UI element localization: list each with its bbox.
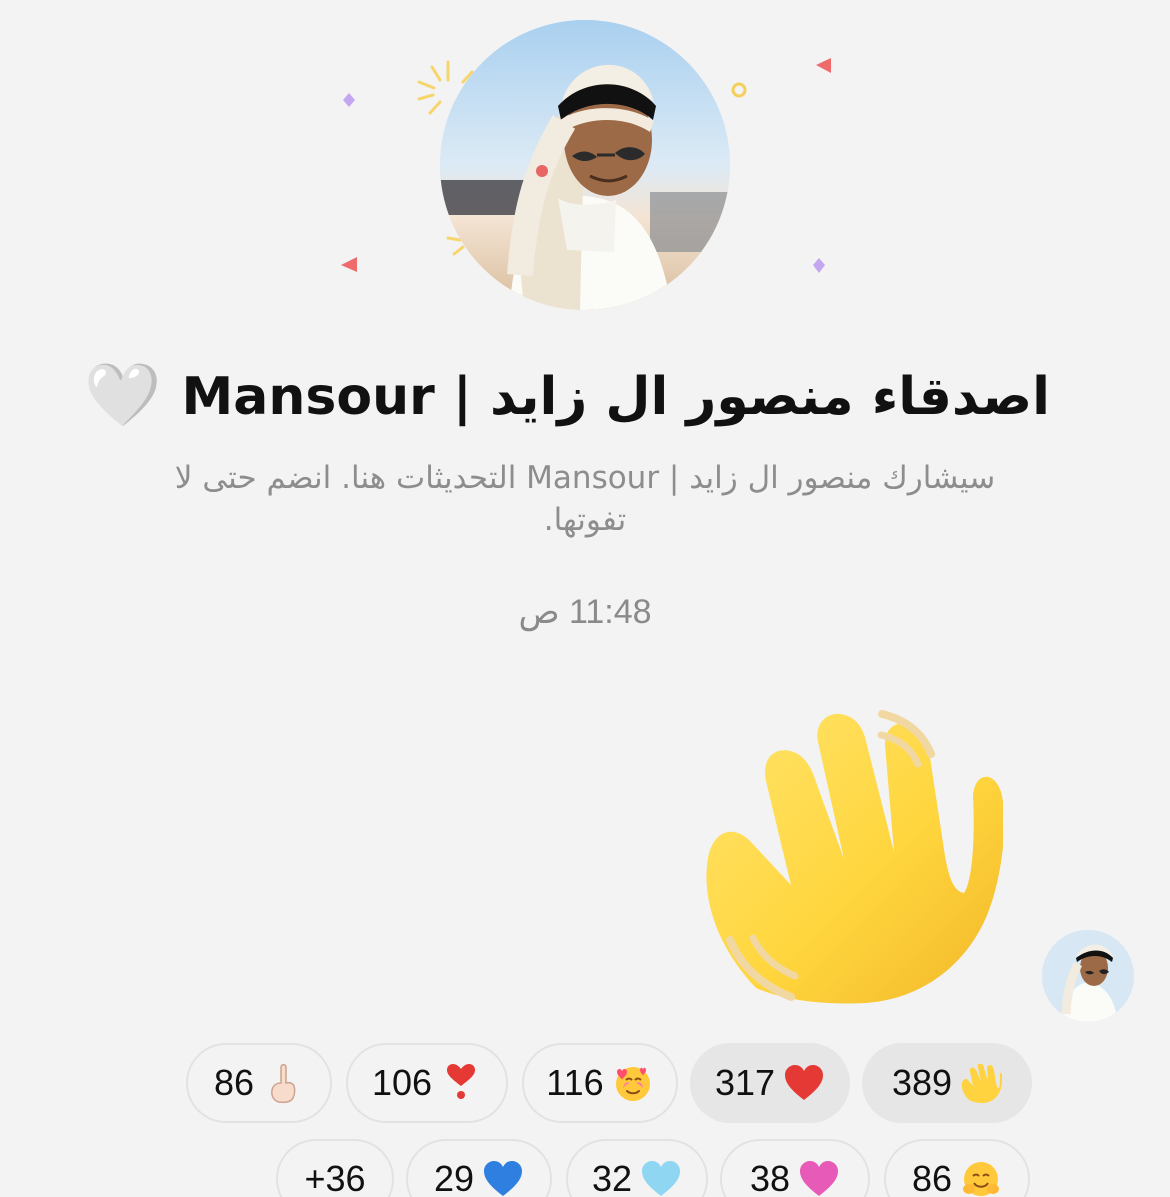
reaction-count: 38 [749,1158,791,1197]
channel-info-page: اصدقاء منصور ال زايد | Mansour 🤍 سيشارك م… [0,0,1170,1197]
light-blue-heart-icon [640,1158,682,1197]
red-heart-icon [783,1062,825,1104]
reaction-count: 32 [591,1158,633,1197]
channel-title: اصدقاء منصور ال زايد | Mansour 🤍 [83,357,1050,434]
confetti-diamond [813,258,825,273]
reaction-pill[interactable]: 389 [862,1043,1032,1123]
reaction-more-count: +36 [304,1158,366,1197]
reaction-count: 317 [714,1062,776,1103]
confetti-heart [816,58,831,73]
channel-description: سيشارك منصور ال زايد | Mansour التحديثات… [174,460,996,538]
pink-heart-icon [798,1158,840,1197]
heart-exclamation-icon [440,1062,482,1104]
reaction-pill[interactable]: 29 [406,1139,552,1197]
smiling-face-hearts-icon [612,1062,654,1104]
reaction-count: 116 [546,1062,604,1103]
waving-hand-icon [960,1062,1003,1104]
blue-heart-icon [482,1158,524,1197]
reaction-pill-more[interactable]: +36 [276,1139,394,1197]
message-timestamp: 11:48 ص [518,593,652,631]
reaction-count: 29 [433,1158,475,1197]
hugging-face-icon [960,1158,1002,1197]
reaction-count: 86 [911,1158,953,1197]
confetti-diamond [343,93,355,107]
confetti-heart [341,257,357,272]
waving-hand-icon [706,710,1003,1004]
reaction-count: 389 [891,1062,953,1103]
sender-avatar[interactable] [1042,930,1134,1022]
channel-avatar[interactable] [440,20,730,310]
avatar-image [1042,930,1134,1022]
reaction-pill[interactable]: 86 [186,1043,332,1123]
reaction-pill[interactable]: 86 [884,1139,1030,1197]
white-heart-icon: 🤍 [83,357,162,432]
reaction-count: 86 [213,1062,255,1103]
channel-title-text: اصدقاء منصور ال زايد | Mansour [181,367,1050,427]
reaction-pill[interactable]: 116 [522,1043,678,1123]
reaction-pill[interactable]: 317 [690,1043,850,1123]
avatar-image [440,20,730,310]
reaction-pill[interactable]: 32 [566,1139,708,1197]
confetti-ring [731,82,747,98]
reaction-list: 389 317 116 106 86 86 38 32 29 +36 [0,1043,1170,1197]
reaction-count: 106 [371,1062,433,1103]
index-pointing-up-icon [262,1062,304,1104]
reaction-pill[interactable]: 38 [720,1139,870,1197]
reaction-pill[interactable]: 106 [346,1043,508,1123]
